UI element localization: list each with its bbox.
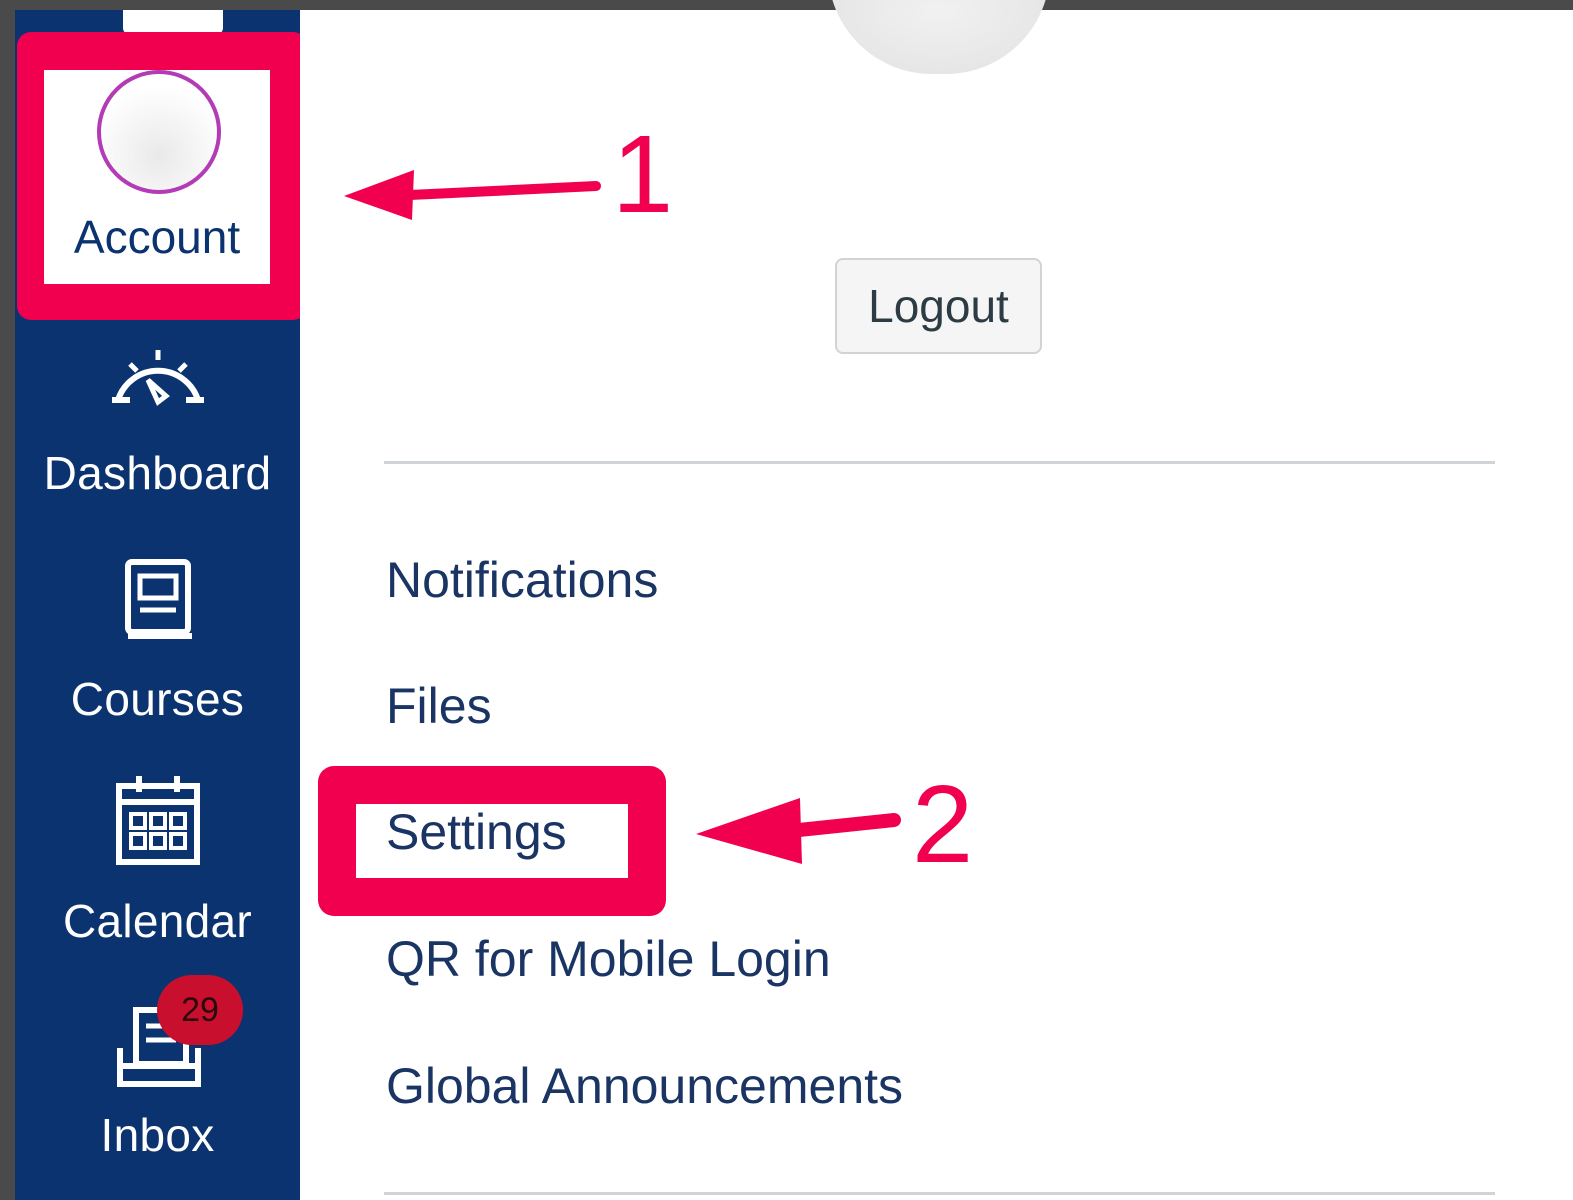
- courses-icon: [124, 559, 192, 639]
- logo-icon[interactable]: [123, 10, 223, 34]
- window-frame-top: [0, 0, 1573, 10]
- link-global-announcements[interactable]: Global Announcements: [386, 1058, 903, 1114]
- callout-number-2: 2: [912, 763, 974, 886]
- calendar-icon: [115, 776, 200, 865]
- window-frame-left: [0, 0, 15, 1200]
- nav-item-dashboard[interactable]: Dashboard: [15, 340, 300, 498]
- link-settings[interactable]: Settings: [386, 804, 567, 860]
- inbox-unread-badge: 29: [157, 975, 243, 1045]
- link-files[interactable]: Files: [386, 678, 492, 734]
- nav-item-calendar[interactable]: Calendar: [15, 772, 300, 946]
- nav-item-courses[interactable]: Courses: [15, 556, 300, 724]
- divider: [384, 461, 1495, 464]
- callout-arrow-2-icon: [696, 798, 901, 864]
- nav-label-dashboard: Dashboard: [43, 447, 272, 499]
- nav-label-account[interactable]: Account: [44, 212, 270, 262]
- callout-arrow-1-icon: [344, 170, 601, 220]
- link-qr-mobile-login[interactable]: QR for Mobile Login: [386, 931, 831, 987]
- dashboard-icon: [111, 350, 204, 406]
- callout-number-1: 1: [612, 113, 674, 236]
- nav-label-calendar: Calendar: [62, 895, 253, 947]
- logout-button[interactable]: Logout: [835, 258, 1042, 354]
- nav-label-inbox: Inbox: [100, 1109, 215, 1161]
- account-avatar-icon[interactable]: [97, 70, 221, 194]
- link-notifications[interactable]: Notifications: [386, 552, 658, 608]
- divider-bottom: [384, 1192, 1495, 1195]
- nav-item-inbox[interactable]: Inbox: [15, 1000, 300, 1160]
- nav-label-courses: Courses: [70, 673, 245, 725]
